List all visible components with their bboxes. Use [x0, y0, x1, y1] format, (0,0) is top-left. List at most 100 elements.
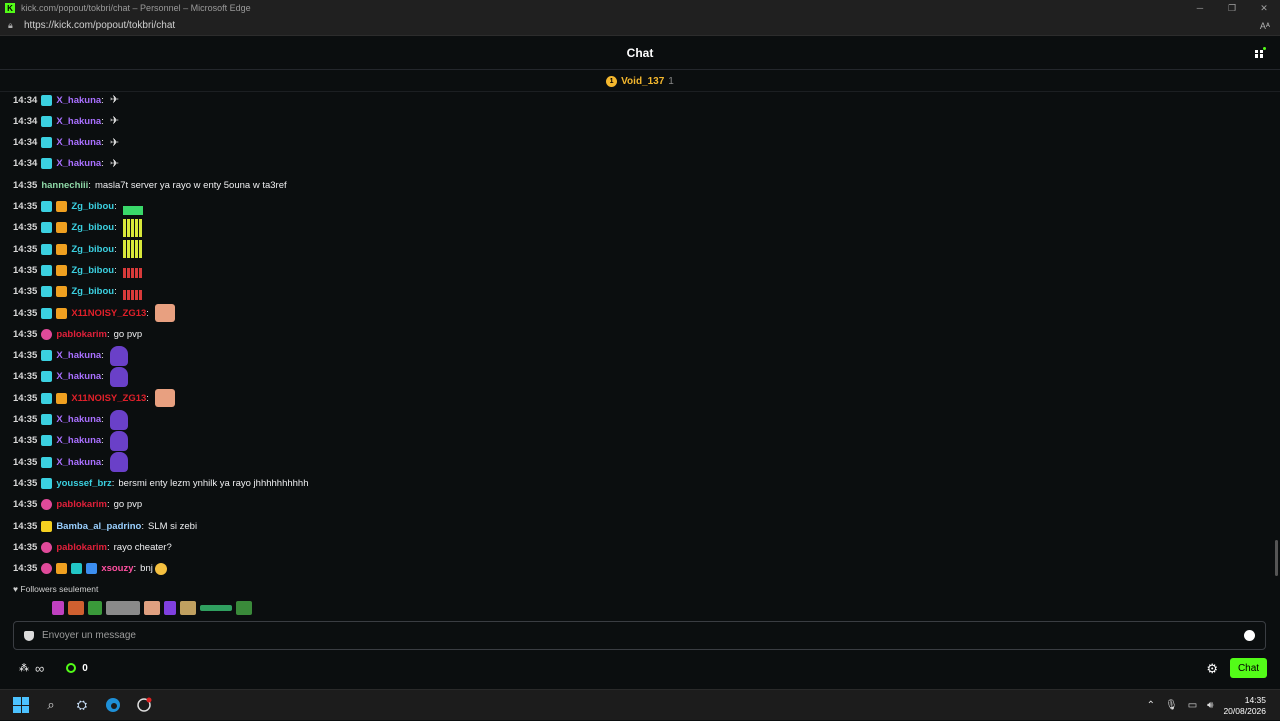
- message-username[interactable]: Zg_bibou: [71, 286, 114, 297]
- subscriber-badge-icon[interactable]: [41, 115, 53, 127]
- subscriber-badge-icon[interactable]: [41, 243, 53, 255]
- volume-icon[interactable]: 🔊︎: [1207, 700, 1213, 711]
- emote-icon[interactable]: [236, 601, 252, 615]
- moderator-badge-icon[interactable]: [71, 563, 83, 575]
- crown-badge-icon[interactable]: [56, 201, 68, 212]
- gifter-badge-icon[interactable]: [41, 328, 53, 340]
- subscriber-badge-icon[interactable]: [41, 307, 53, 319]
- message-username[interactable]: X_hakuna: [56, 371, 101, 382]
- scrollbar-thumb[interactable]: [1275, 540, 1278, 576]
- message-username[interactable]: X_hakuna: [56, 457, 101, 468]
- subscriber-badge-icon[interactable]: [41, 222, 53, 234]
- vip-badge-icon[interactable]: [86, 563, 98, 575]
- emote-icon[interactable]: [164, 601, 176, 615]
- subscriber-badge-icon[interactable]: [41, 371, 53, 383]
- emote-icon[interactable]: [68, 601, 84, 615]
- close-button[interactable]: ✕: [1248, 3, 1280, 14]
- crown-badge-icon[interactable]: [56, 563, 68, 575]
- url-text[interactable]: https://kick.com/popout/tokbri/chat: [24, 20, 1260, 31]
- subscriber-badge-icon[interactable]: [41, 350, 53, 362]
- message-username[interactable]: X11NOISY_ZG13: [71, 308, 146, 319]
- windows-start-icon[interactable]: [13, 697, 29, 713]
- gifter-badge-icon[interactable]: [41, 541, 53, 553]
- message-username[interactable]: X_hakuna: [56, 158, 101, 169]
- emote-bars-red-icon[interactable]: [122, 289, 143, 300]
- users-icon[interactable]: [1254, 47, 1268, 61]
- network-icon[interactable]: ▭: [1188, 700, 1197, 711]
- emote-plane-icon[interactable]: ✈: [110, 114, 128, 128]
- emote-ghost-icon[interactable]: [109, 345, 128, 366]
- people-icon[interactable]: ⁂: [19, 663, 29, 674]
- message-username[interactable]: xsouzy: [101, 563, 133, 574]
- minimize-button[interactable]: ─: [1184, 3, 1216, 14]
- og-badge-icon[interactable]: [41, 520, 53, 532]
- message-username[interactable]: Zg_bibou: [71, 222, 114, 233]
- subscriber-badge-icon[interactable]: [41, 158, 53, 170]
- gifter-name[interactable]: Void_137: [621, 76, 664, 87]
- emote-sun-icon[interactable]: [154, 562, 167, 575]
- gifter-badge-icon[interactable]: [41, 499, 53, 511]
- message-username[interactable]: Bamba_al_padrino: [56, 521, 141, 532]
- emote-face-icon[interactable]: [154, 304, 175, 322]
- subscriber-badge-icon[interactable]: [41, 286, 53, 298]
- emote-bars-red-icon[interactable]: [122, 268, 143, 279]
- message-username[interactable]: pablokarim: [56, 329, 107, 340]
- pinned-gifter[interactable]: 1 Void_137 1: [0, 71, 1280, 92]
- message-input[interactable]: [42, 630, 1244, 641]
- crown-badge-icon[interactable]: [56, 264, 68, 276]
- subscriber-badge-icon[interactable]: [41, 392, 53, 404]
- message-username[interactable]: X_hakuna: [56, 116, 101, 127]
- crown-badge-icon[interactable]: [56, 243, 68, 255]
- message-username[interactable]: pablokarim: [56, 499, 107, 510]
- crown-badge-icon[interactable]: [56, 222, 68, 234]
- message-username[interactable]: Zg_bibou: [71, 265, 114, 276]
- lock-icon[interactable]: 🔒︎: [8, 20, 18, 31]
- subscriber-badge-icon[interactable]: [41, 137, 53, 149]
- message-username[interactable]: pablokarim: [56, 542, 107, 553]
- subscriber-badge-icon[interactable]: [41, 264, 53, 276]
- message-username[interactable]: X_hakuna: [56, 137, 101, 148]
- clock[interactable]: 14:35 20/08/2026: [1223, 695, 1266, 717]
- emote-icon[interactable]: [180, 601, 196, 615]
- gifter-badge-icon[interactable]: [41, 563, 53, 575]
- maximize-button[interactable]: ❐: [1216, 3, 1248, 14]
- message-username[interactable]: X_hakuna: [56, 95, 101, 106]
- message-username[interactable]: X11NOISY_ZG13: [71, 393, 146, 404]
- emote-icon[interactable]: [106, 601, 140, 615]
- emote-icon[interactable]: [88, 601, 102, 615]
- emote-plane-icon[interactable]: ✈: [110, 157, 128, 171]
- message-username[interactable]: Zg_bibou: [71, 244, 114, 255]
- edge-icon[interactable]: [104, 696, 122, 714]
- message-username[interactable]: hannechiii: [41, 180, 88, 191]
- emote-icon[interactable]: [200, 605, 232, 611]
- message-input-box[interactable]: [13, 621, 1266, 650]
- emote-ghost-icon[interactable]: [109, 366, 128, 387]
- emote-icon[interactable]: [52, 601, 64, 615]
- emote-icon[interactable]: [144, 601, 160, 615]
- message-username[interactable]: X_hakuna: [56, 414, 101, 425]
- message-username[interactable]: youssef_brz: [56, 478, 111, 489]
- emote-plane-icon[interactable]: ✈: [110, 93, 128, 107]
- subscriber-badge-icon[interactable]: [41, 414, 53, 425]
- app-icon[interactable]: [135, 696, 153, 714]
- chevron-up-icon[interactable]: ⌃: [1147, 700, 1155, 711]
- message-username[interactable]: Zg_bibou: [71, 201, 114, 212]
- emote-face-icon[interactable]: [154, 389, 175, 408]
- emote-plane-icon[interactable]: ✈: [110, 136, 128, 150]
- emote-bars-green-icon[interactable]: [122, 198, 143, 215]
- emote-bars-yellow-icon[interactable]: [122, 218, 143, 237]
- read-aloud-icon[interactable]: Aᴬ: [1260, 21, 1270, 31]
- channel-points-icon[interactable]: [66, 663, 77, 673]
- emote-ghost-icon[interactable]: [109, 430, 128, 451]
- emote-ghost-icon[interactable]: [109, 409, 128, 430]
- search-icon[interactable]: ⌕: [42, 696, 60, 714]
- message-username[interactable]: X_hakuna: [56, 435, 101, 446]
- settings-gear-icon[interactable]: ⚙: [1206, 661, 1218, 677]
- emoji-picker-icon[interactable]: [1244, 630, 1255, 641]
- send-chat-button[interactable]: Chat: [1230, 658, 1267, 678]
- microphone-icon[interactable]: 🎙︎: [1165, 700, 1178, 711]
- message-username[interactable]: X_hakuna: [56, 350, 101, 361]
- subscriber-badge-icon[interactable]: [41, 94, 53, 106]
- subscriber-badge-icon[interactable]: [41, 456, 53, 468]
- crown-badge-icon[interactable]: [56, 392, 68, 404]
